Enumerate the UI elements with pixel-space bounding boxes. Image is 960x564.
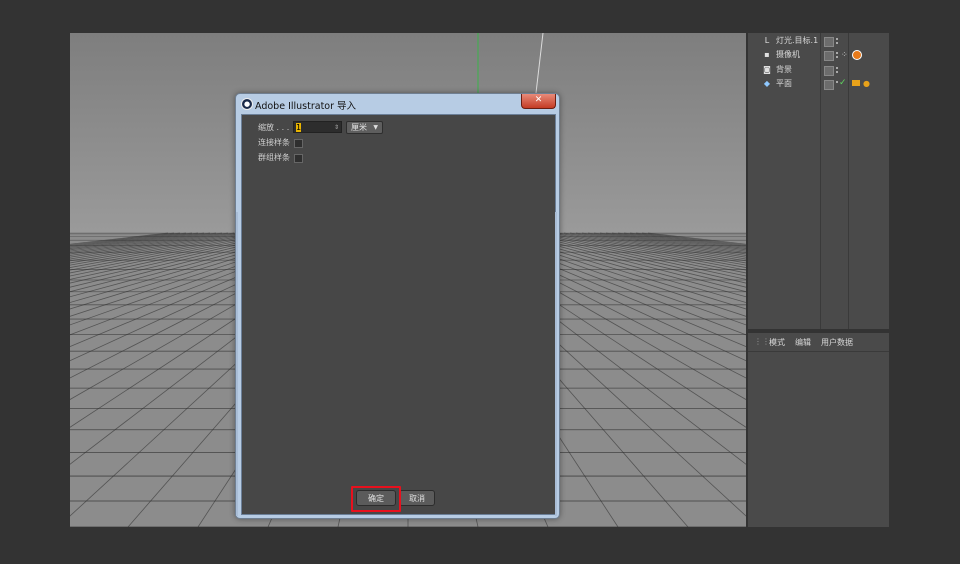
scale-input[interactable]: 1 ⇕ — [293, 121, 342, 133]
chevron-down-icon: ▼ — [373, 124, 378, 131]
grip-icon[interactable]: ⋮⋮ — [754, 337, 770, 346]
plane-icon: ◆ — [763, 79, 771, 88]
group-splines-label: 群组样条 — [258, 153, 290, 162]
tab-user-data[interactable]: 用户数据 — [821, 337, 853, 348]
unit-select[interactable]: 厘米 ▼ — [346, 121, 383, 134]
tab-mode[interactable]: 模式 — [769, 337, 785, 348]
dialog-frame-left — [236, 212, 238, 516]
close-button[interactable]: ✕ — [521, 94, 556, 109]
object-manager-panel: L 灯光.目标.1 ▪ 摄像机 ⁘ ◙ 背景 ◆ 平面 ✓ ● — [748, 33, 889, 329]
object-row-background[interactable]: ◙ 背景 — [748, 63, 889, 77]
attributes-panel: ⋮⋮ 模式 编辑 用户数据 — [748, 333, 889, 527]
scale-value: 1 — [296, 123, 302, 132]
dialog-body: 缩放 . . . 1 ⇕ 厘米 ▼ 连接样条 群组样条 — [241, 114, 556, 515]
protection-tag-icon[interactable] — [852, 50, 862, 60]
camera-icon: ▪ — [764, 50, 770, 59]
cancel-button[interactable]: 取消 — [399, 490, 435, 506]
light-target-icon: L — [764, 36, 770, 45]
cinema4d-app-icon: ● — [241, 98, 253, 110]
background-icon: ◙ — [763, 65, 771, 74]
texture-tag-icon[interactable] — [852, 80, 860, 86]
dialog-title: Adobe Illustrator 导入 — [255, 101, 357, 112]
spinner-icon[interactable]: ⇕ — [334, 122, 339, 133]
dialog-frame-right — [555, 212, 557, 516]
tab-edit[interactable]: 编辑 — [795, 337, 811, 348]
scale-label: 缩放 . . . — [258, 123, 290, 132]
camera-tag-icon[interactable]: ⁘ — [841, 50, 848, 59]
layer-icon[interactable] — [824, 37, 834, 47]
group-splines-checkbox[interactable] — [294, 154, 303, 163]
check-icon[interactable]: ✓ — [839, 78, 847, 88]
unit-value: 厘米 — [351, 123, 367, 132]
connect-splines-label: 连接样条 — [258, 138, 290, 147]
object-row-light-target[interactable]: L 灯光.目标.1 — [748, 34, 889, 48]
ok-button-highlight — [351, 486, 401, 512]
layer-icon[interactable] — [824, 51, 834, 61]
import-dialog: ● Adobe Illustrator 导入 ✕ 缩放 . . . 1 ⇕ 厘米… — [235, 93, 560, 519]
object-row-camera[interactable]: ▪ 摄像机 ⁘ — [748, 48, 889, 62]
layer-icon[interactable] — [824, 80, 834, 90]
object-row-plane[interactable]: ◆ 平面 ✓ ● — [748, 77, 889, 91]
connect-splines-checkbox[interactable] — [294, 139, 303, 148]
material-tag-icon[interactable]: ● — [863, 79, 870, 88]
layer-icon[interactable] — [824, 66, 834, 76]
